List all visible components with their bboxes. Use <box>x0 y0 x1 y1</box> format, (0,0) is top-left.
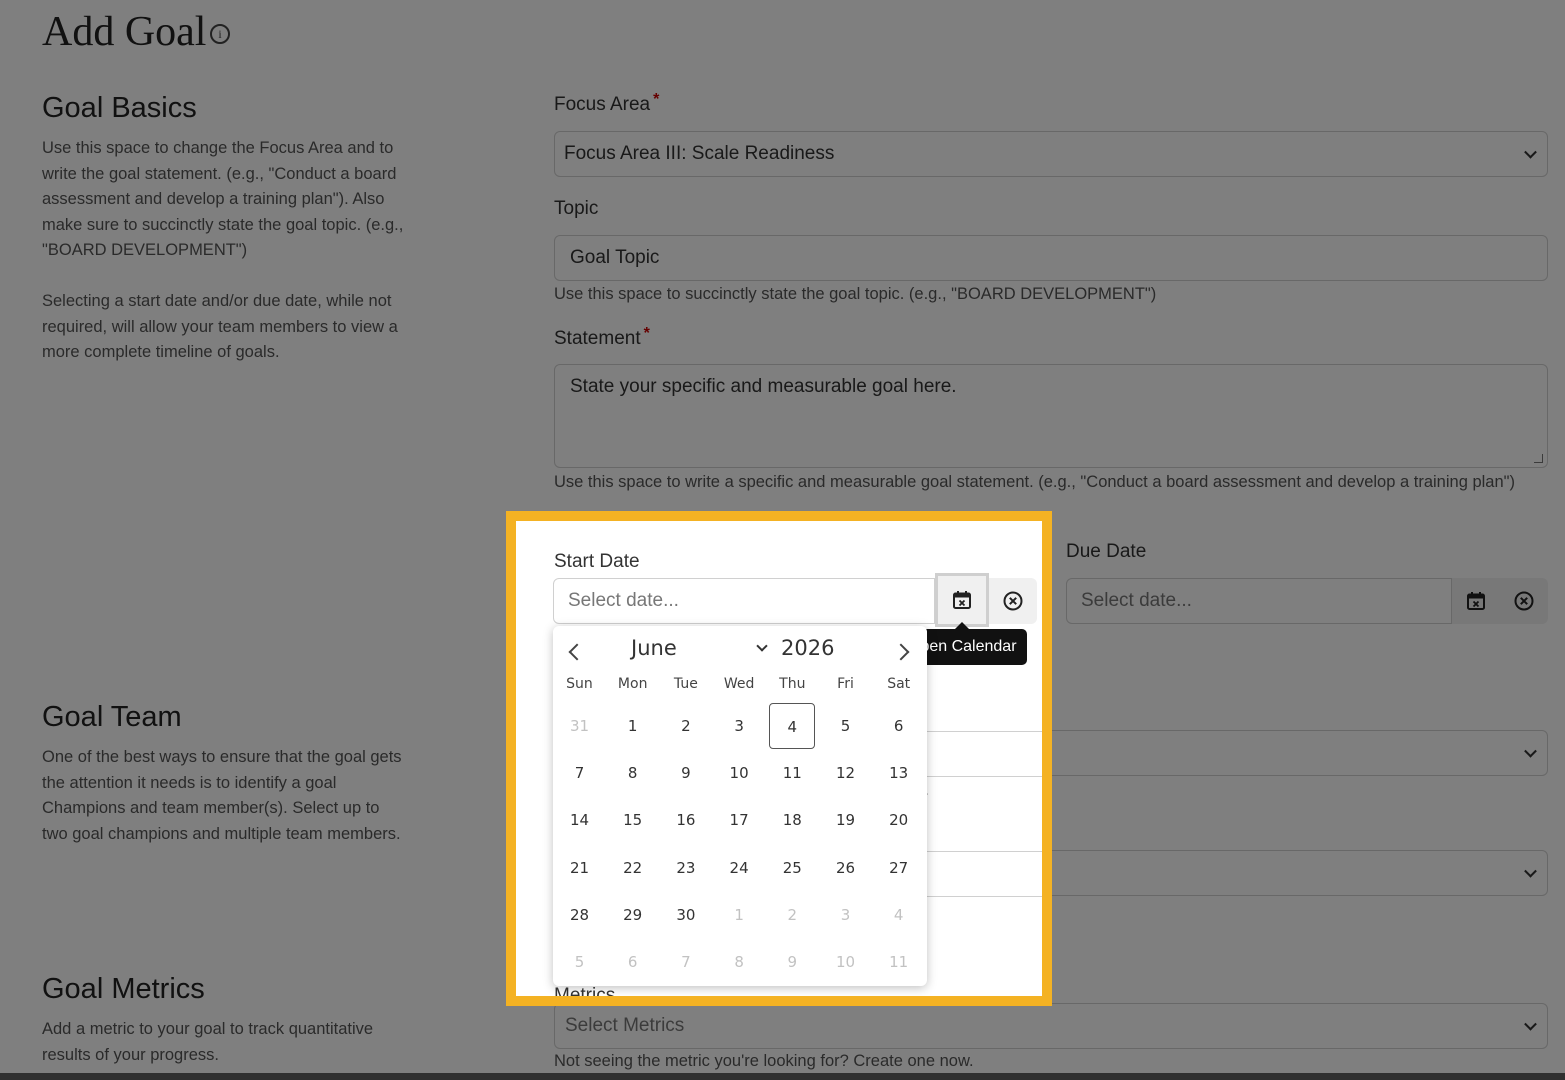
start-date-label: Start Date <box>554 551 640 572</box>
calendar-day[interactable]: 22 <box>610 845 656 891</box>
calendar-day-outside-month[interactable]: 4 <box>876 892 922 938</box>
tutorial-spotlight: Start Date Select date... s. Metrics Ope… <box>506 511 1052 1006</box>
calendar-day[interactable]: 2 <box>663 703 709 749</box>
calendar-day[interactable]: 21 <box>557 845 603 891</box>
calendar-day[interactable]: 10 <box>716 750 762 796</box>
bottom-bar <box>0 1073 1565 1080</box>
calendar-day[interactable]: 17 <box>716 797 762 843</box>
calendar-day[interactable]: 1 <box>610 703 656 749</box>
calendar-day[interactable]: 15 <box>610 797 656 843</box>
year-input[interactable]: 2026 <box>781 636 834 660</box>
calendar-popup: June 2026 Sun Mon Tue Wed Thu Fri Sat 31 1 2 3 4 5 6… <box>553 626 927 986</box>
calendar-day[interactable]: 19 <box>823 797 869 843</box>
calendar-day[interactable]: 23 <box>663 845 709 891</box>
calendar-day[interactable]: 28 <box>557 892 603 938</box>
weekday-header: Sat <box>887 676 911 692</box>
start-date-input[interactable]: Select date... <box>553 578 935 624</box>
calendar-day[interactable]: 29 <box>610 892 656 938</box>
start-date-clear-button[interactable] <box>989 578 1037 624</box>
weekday-header: Wed <box>723 676 755 692</box>
calendar-day[interactable]: 20 <box>876 797 922 843</box>
calendar-day[interactable]: 5 <box>823 703 869 749</box>
calendar-day-outside-month[interactable]: 9 <box>769 939 815 985</box>
calendar-day[interactable]: 7 <box>557 750 603 796</box>
calendar-day-outside-month[interactable]: 2 <box>769 892 815 938</box>
calendar-day[interactable]: 11 <box>769 750 815 796</box>
calendar-day[interactable]: 3 <box>716 703 762 749</box>
calendar-day-outside-month[interactable]: 7 <box>663 939 709 985</box>
calendar-day[interactable]: 24 <box>716 845 762 891</box>
calendar-day[interactable]: 9 <box>663 750 709 796</box>
calendar-day[interactable]: 26 <box>823 845 869 891</box>
calendar-day-outside-month[interactable]: 3 <box>823 892 869 938</box>
start-date-calendar-button[interactable] <box>935 573 989 627</box>
calendar-day-outside-month[interactable]: 5 <box>557 939 603 985</box>
calendar-day-outside-month[interactable]: 6 <box>610 939 656 985</box>
calendar-day[interactable]: 8 <box>610 750 656 796</box>
weekday-header: Fri <box>837 676 854 692</box>
calendar-icon <box>953 591 971 609</box>
weekday-header: Tue <box>673 676 698 692</box>
calendar-day[interactable]: 30 <box>663 892 709 938</box>
weekday-header: Mon <box>617 676 648 692</box>
calendar-day[interactable]: 16 <box>663 797 709 843</box>
calendar-day[interactable]: 6 <box>876 703 922 749</box>
calendar-day[interactable]: 27 <box>876 845 922 891</box>
calendar-day-outside-month[interactable]: 31 <box>557 703 603 749</box>
month-dropdown-chevron-icon[interactable] <box>756 640 768 652</box>
calendar-day[interactable]: 13 <box>876 750 922 796</box>
calendar-day-outside-month[interactable]: 8 <box>716 939 762 985</box>
calendar-day-outside-month[interactable]: 1 <box>716 892 762 938</box>
calendar-day[interactable]: 18 <box>769 797 815 843</box>
weekday-header: Thu <box>779 676 806 692</box>
metrics-label: Metrics <box>554 985 616 1006</box>
calendar-day[interactable]: 25 <box>769 845 815 891</box>
weekday-header: Sun <box>566 676 593 692</box>
calendar-day-outside-month[interactable]: 11 <box>876 939 922 985</box>
calendar-day[interactable]: 12 <box>823 750 869 796</box>
month-select[interactable]: June <box>631 636 677 660</box>
calendar-day-outside-month[interactable]: 10 <box>823 939 869 985</box>
calendar-day[interactable]: 14 <box>557 797 603 843</box>
clear-circle-icon <box>1003 591 1023 611</box>
next-month-icon[interactable] <box>892 643 910 661</box>
previous-month-icon[interactable] <box>568 643 586 661</box>
calendar-day[interactable]: 4 <box>769 703 816 749</box>
